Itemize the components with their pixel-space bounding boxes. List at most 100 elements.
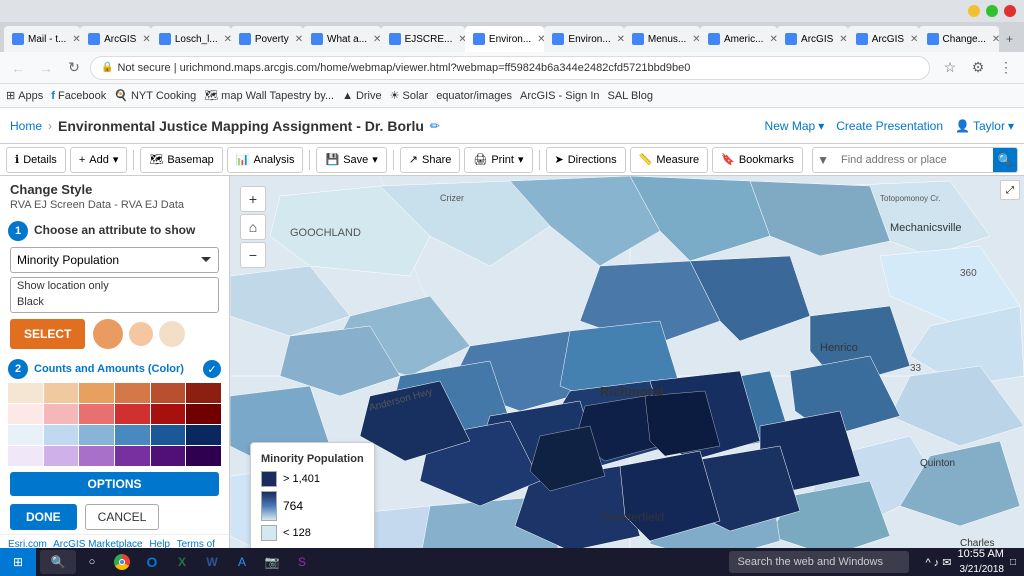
forward-btn[interactable]: → — [34, 56, 58, 80]
extensions-icon[interactable]: ⚙ — [966, 56, 990, 80]
new-map-btn[interactable]: New Map ▾ — [765, 119, 825, 133]
bookmark-arcgis-signin[interactable]: ArcGIS - Sign In — [520, 90, 599, 102]
new-tab-btn[interactable]: + — [999, 26, 1020, 52]
address-bar[interactable]: 🔒 Not secure | urichmond.maps.arcgis.com… — [90, 56, 930, 80]
taskbar-cortana-btn[interactable]: ○ — [78, 550, 106, 574]
tab-losch[interactable]: Losch_l... ✕ — [151, 26, 231, 52]
attribute-dropdown[interactable]: Minority Population Show location only B… — [10, 247, 219, 273]
swatch-3-5[interactable] — [151, 425, 186, 445]
zoom-in-btn[interactable]: + — [240, 186, 266, 212]
tab-close-poverty[interactable]: ✕ — [295, 34, 303, 45]
tab-close-menus[interactable]: ✕ — [692, 34, 700, 45]
measure-btn[interactable]: 📏 Measure — [630, 147, 709, 173]
tab-close-american[interactable]: ✕ — [769, 34, 777, 45]
minimize-btn[interactable] — [968, 5, 980, 17]
swatch-1-2[interactable] — [44, 383, 79, 403]
bookmark-drive[interactable]: ▲ Drive — [342, 90, 382, 102]
swatch-2-5[interactable] — [151, 404, 186, 424]
swatch-2-6[interactable] — [186, 404, 221, 424]
swatch-4-3[interactable] — [79, 446, 114, 466]
bookmark-apps[interactable]: ⊞ Apps — [6, 89, 43, 102]
bookmark-star-icon[interactable]: ☆ — [938, 56, 962, 80]
bookmark-equator[interactable]: equator/images — [436, 90, 512, 102]
swatch-1-4[interactable] — [115, 383, 150, 403]
tab-close-losch[interactable]: ✕ — [224, 34, 231, 45]
taskbar-app9-btn[interactable]: S — [288, 550, 316, 574]
refresh-btn[interactable]: ↻ — [62, 56, 86, 80]
bookmark-sal[interactable]: SAL Blog — [608, 90, 653, 102]
attribute-list-scroll[interactable]: Show location only Black County Hispanic… — [11, 278, 218, 313]
bookmarks-btn[interactable]: 🔖 Bookmarks — [712, 147, 803, 173]
map-expand-btn[interactable]: ⤢ — [1000, 180, 1020, 200]
start-button[interactable]: ⊞ — [0, 548, 36, 576]
tab-ejscreen[interactable]: EJSCRE... ✕ — [381, 26, 465, 52]
tab-environ1[interactable]: Environ... ✕ — [465, 26, 545, 52]
attr-item-location[interactable]: Show location only — [11, 278, 218, 294]
tray-notifications[interactable]: □ — [1010, 557, 1016, 568]
taskbar-excel-btn[interactable]: X — [168, 550, 196, 574]
tab-close-change[interactable]: ✕ — [992, 34, 999, 45]
bookmark-walltapestry[interactable]: 🗺 map Wall Tapestry by... — [204, 89, 334, 102]
tab-poverty[interactable]: Poverty ✕ — [231, 26, 303, 52]
select-btn[interactable]: SELECT — [10, 319, 85, 349]
breadcrumb-home[interactable]: Home — [10, 119, 42, 133]
create-presentation-btn[interactable]: Create Presentation — [836, 119, 943, 133]
tab-menus[interactable]: Menus... ✕ — [624, 26, 700, 52]
map-search-bar[interactable]: ▼ 🔍 — [812, 147, 1018, 173]
panel-resize-handle[interactable] — [225, 176, 229, 576]
attr-item-black[interactable]: Black — [11, 294, 218, 310]
tab-close-mail[interactable]: ✕ — [72, 34, 80, 45]
swatch-2-4[interactable] — [115, 404, 150, 424]
tab-close-environ2[interactable]: ✕ — [617, 34, 624, 45]
back-btn[interactable]: ← — [6, 56, 30, 80]
home-extent-btn[interactable]: ⌂ — [240, 214, 266, 240]
tab-what[interactable]: What a... ✕ — [303, 26, 381, 52]
tab-arcgis1[interactable]: ArcGIS ✕ — [80, 26, 151, 52]
tab-close-arcgis3[interactable]: ✕ — [910, 34, 918, 45]
search-input[interactable] — [833, 148, 993, 172]
swatch-2-3[interactable] — [79, 404, 114, 424]
directions-btn[interactable]: ➤ Directions — [546, 147, 626, 173]
tab-close-arcgis2[interactable]: ✕ — [839, 34, 847, 45]
details-btn[interactable]: ℹ Details — [6, 147, 66, 173]
swatch-3-4[interactable] — [115, 425, 150, 445]
options-btn[interactable]: OPTIONS — [10, 472, 219, 496]
menu-icon[interactable]: ⋮ — [994, 56, 1018, 80]
tab-close-arcgis1[interactable]: ✕ — [142, 34, 150, 45]
tab-arcgis3[interactable]: ArcGIS ✕ — [848, 26, 919, 52]
done-btn[interactable]: DONE — [10, 504, 77, 530]
taskbar-word-btn[interactable]: W — [198, 550, 226, 574]
analysis-btn[interactable]: 📊 Analysis — [227, 147, 304, 173]
save-btn[interactable]: 💾 Save ▾ — [316, 147, 386, 173]
bookmark-solar[interactable]: ☀ Solar — [390, 89, 429, 102]
swatch-1-6[interactable] — [186, 383, 221, 403]
swatch-4-1[interactable] — [8, 446, 43, 466]
taskbar-photos-btn[interactable]: 📷 — [258, 550, 286, 574]
taskbar-chrome-btn[interactable] — [108, 550, 136, 574]
cancel-btn[interactable]: CANCEL — [85, 504, 160, 530]
taskbar-search-bar[interactable]: Search the web and Windows — [729, 551, 909, 573]
bookmark-nyt[interactable]: 🍳 NYT Cooking — [114, 89, 196, 102]
tab-mail[interactable]: Mail - t... ✕ — [4, 26, 80, 52]
bookmark-facebook[interactable]: f Facebook — [51, 90, 106, 102]
swatch-2-2[interactable] — [44, 404, 79, 424]
swatch-1-5[interactable] — [151, 383, 186, 403]
swatch-1-1[interactable] — [8, 383, 43, 403]
search-submit-btn[interactable]: 🔍 — [993, 148, 1017, 172]
maximize-btn[interactable] — [986, 5, 998, 17]
swatch-3-2[interactable] — [44, 425, 79, 445]
taskbar-search[interactable]: 🔍 — [40, 550, 76, 574]
user-menu-btn[interactable]: 👤 Taylor ▾ — [955, 119, 1014, 133]
close-btn[interactable] — [1004, 5, 1016, 17]
share-btn[interactable]: ↗ Share — [400, 147, 461, 173]
map-area[interactable]: Mechanicsville Richmond Henrico Chesterf… — [230, 176, 1024, 576]
tab-close-environ1[interactable]: ✕ — [537, 34, 544, 45]
tab-environ2[interactable]: Environ... ✕ — [544, 26, 624, 52]
swatch-3-3[interactable] — [79, 425, 114, 445]
swatch-4-5[interactable] — [151, 446, 186, 466]
taskbar-outlook-btn[interactable]: O — [138, 550, 166, 574]
tab-change[interactable]: Change... ✕ — [919, 26, 999, 52]
swatch-4-6[interactable] — [186, 446, 221, 466]
tab-close-what[interactable]: ✕ — [373, 34, 381, 45]
swatch-4-2[interactable] — [44, 446, 79, 466]
